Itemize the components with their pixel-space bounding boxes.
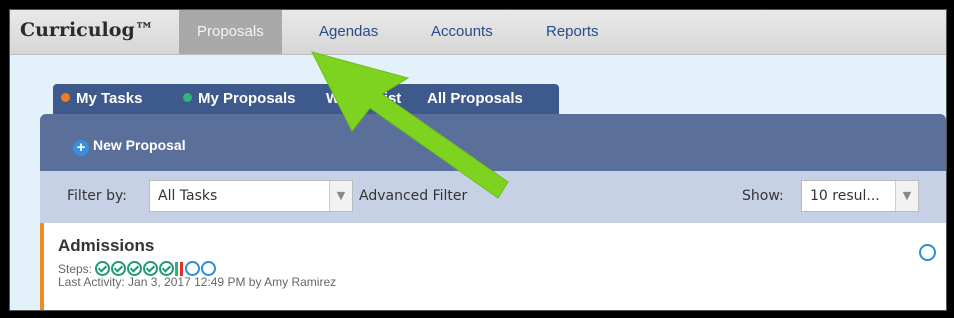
arrow-shape — [311, 51, 509, 199]
annotation-arrow-icon — [311, 51, 509, 199]
app-window: Curriculog™ Proposals Agendas Accounts R… — [9, 9, 947, 311]
